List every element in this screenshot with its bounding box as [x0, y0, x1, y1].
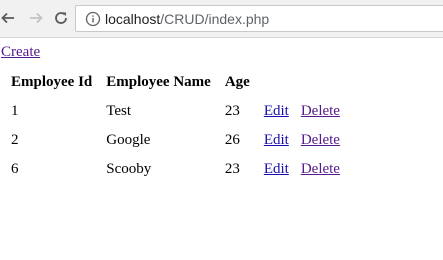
cell-actions: Edit Delete [258, 131, 346, 150]
header-employee-name: Employee Name [106, 74, 211, 90]
header-employee-id: Employee Id [11, 74, 93, 90]
cell-actions: Edit Delete [258, 102, 346, 121]
create-link[interactable]: Create [1, 44, 40, 61]
edit-link[interactable]: Edit [264, 161, 289, 177]
cell-employee-id: 6 [11, 161, 19, 177]
cell-age: 26 [224, 132, 240, 148]
back-button[interactable] [0, 6, 20, 30]
delete-link[interactable]: Delete [301, 161, 340, 177]
forward-arrow-icon [30, 12, 43, 24]
table-header-row: Employee Id Employee Name Age [5, 73, 346, 92]
table-row: 1 Test 23 Edit Delete [5, 102, 346, 121]
forward-button[interactable] [24, 6, 48, 30]
url-text[interactable]: localhost/CRUD/index.php [105, 10, 269, 28]
cell-age: 23 [224, 161, 240, 177]
cell-age: 23 [224, 103, 240, 119]
cell-employee-name: Test [106, 103, 132, 119]
cell-employee-name: Google [106, 132, 151, 148]
url-host: localhost [105, 11, 161, 27]
reload-button[interactable] [49, 6, 73, 30]
cell-employee-id: 1 [11, 103, 19, 119]
back-arrow-icon [1, 12, 14, 24]
cell-employee-id: 2 [11, 132, 19, 148]
header-actions [258, 73, 346, 92]
cell-actions: Edit Delete [258, 160, 346, 179]
cell-employee-name: Scooby [106, 161, 152, 177]
edit-link[interactable]: Edit [264, 103, 289, 119]
header-age: Age [224, 74, 250, 90]
employee-table: Employee Id Employee Name Age 1 Test 23 … [3, 63, 348, 189]
reload-icon [55, 12, 67, 24]
table-row: 2 Google 26 Edit Delete [5, 131, 346, 150]
url-path: /CRUD/index.php [160, 11, 270, 27]
address-bar[interactable]: localhost/CRUD/index.php [75, 5, 443, 32]
browser-toolbar: localhost/CRUD/index.php [0, 0, 443, 38]
info-icon[interactable] [84, 10, 102, 28]
edit-link[interactable]: Edit [264, 132, 289, 148]
page-content: Create Employee Id Employee Name Age 1 T… [0, 38, 443, 260]
delete-link[interactable]: Delete [301, 103, 340, 119]
delete-link[interactable]: Delete [301, 132, 340, 148]
table-row: 6 Scooby 23 Edit Delete [5, 160, 346, 179]
